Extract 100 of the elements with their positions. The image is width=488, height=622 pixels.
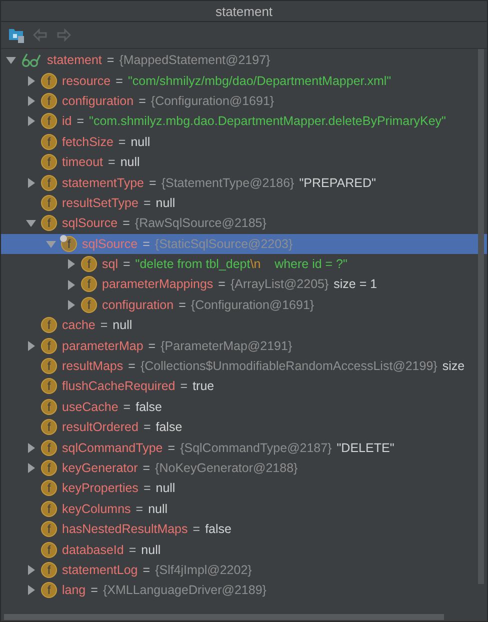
expand-arrow-icon[interactable] (26, 76, 36, 86)
field-icon: f (41, 113, 57, 130)
expand-arrow-icon[interactable] (26, 463, 36, 474)
equals-sign: = (143, 420, 151, 434)
object-reference: {ArrayList@2205} (230, 277, 329, 292)
field-icon: f (41, 582, 57, 598)
variable-name: lang (62, 583, 86, 598)
value-text: null (130, 134, 150, 149)
value-text: null (148, 502, 168, 516)
tree-row[interactable]: f resultOrdered = false (1, 417, 487, 438)
equals-sign: = (100, 318, 108, 332)
tree-row[interactable]: f resultMaps = {Collections$UnmodifiableRandomAccessList@2199} size (1, 356, 487, 376)
tree-row[interactable]: f lang = {XMLLanguageDriver@2189} (1, 580, 487, 601)
object-reference: {XMLLanguageDriver@2189} (102, 583, 266, 598)
equals-sign: = (148, 338, 156, 353)
expand-arrow-icon[interactable] (26, 442, 36, 453)
tree-row[interactable]: f statementLog = {Slf4jImpl@2202} (1, 560, 487, 580)
variable-name: id (62, 114, 72, 128)
field-icon: f (41, 378, 57, 394)
tree-row[interactable]: f configuration = {Configuration@1691} (1, 294, 487, 316)
variable-name: keyColumns (62, 502, 131, 516)
variable-name: resource (62, 74, 111, 88)
value-text: true (192, 379, 214, 394)
tree-row[interactable]: f resource = "com/shmilyz/mbg/dao/DepartmentMapper.xml" (1, 70, 487, 91)
field-icon: f (41, 419, 57, 436)
equals-sign: = (122, 216, 130, 230)
frames-button[interactable] (7, 26, 25, 44)
tree-row[interactable]: f databaseId = null (1, 539, 487, 560)
equals-sign: = (122, 257, 130, 272)
expand-arrow-icon[interactable] (26, 178, 36, 188)
field-icon: f (41, 440, 57, 456)
variable-name: resultOrdered (62, 420, 138, 434)
tree-row[interactable]: f keyGenerator = {NoKeyGenerator@2188} (1, 458, 487, 478)
expand-arrow-icon[interactable] (66, 259, 76, 270)
value-text: null (120, 155, 140, 170)
tree-row[interactable]: f sqlCommandType = {SqlCommandType@2187} "DELETE" (1, 437, 487, 458)
object-reference: {StaticSqlSource@2203} (154, 236, 293, 251)
tree-row[interactable]: f hasNestedResultMaps = false (1, 518, 487, 540)
variable-name: sql (102, 257, 118, 272)
tree-row[interactable]: f statementType = {StatementType@2186} "PREPARED" (1, 172, 487, 193)
variable-name: sqlCommandType (62, 440, 163, 455)
field-icon: f (41, 542, 57, 558)
tree-row[interactable]: statement = {MappedStatement@2197} (1, 50, 487, 70)
object-reference: {Collections$UnmodifiableRandomAccessList@2199} (140, 359, 438, 374)
tree-row[interactable]: f keyProperties = null (1, 478, 487, 499)
variable-name: configuration (102, 298, 174, 312)
tree-row[interactable]: f resultSetType = null (1, 192, 487, 214)
variable-name: timeout (62, 155, 103, 170)
scrollbar[interactable] (4, 614, 444, 620)
equals-sign: = (149, 176, 156, 190)
expand-arrow-icon[interactable] (26, 585, 36, 596)
tree-row[interactable]: f timeout = null (1, 152, 487, 172)
expand-arrow-icon[interactable] (26, 116, 36, 126)
field-icon: f (41, 398, 57, 415)
field-icon: f (41, 72, 57, 89)
expand-arrow-icon[interactable] (26, 96, 36, 106)
variable-name: useCache (62, 400, 118, 414)
value-text: null (112, 318, 132, 332)
field-icon: f (41, 174, 57, 191)
tree-row[interactable]: f keyColumns = null (1, 498, 487, 519)
tree-row[interactable]: f sqlSource = {RawSqlSource@2185} (1, 213, 487, 234)
tree-row[interactable]: f configuration = {Configuration@1691} (1, 90, 487, 112)
tree-row[interactable]: f flushCacheRequired = true (1, 376, 487, 397)
variable-name: parameterMap (62, 338, 144, 353)
string-value: "delete from tbl_dept (135, 257, 250, 272)
object-reference: {Slf4jImpl@2202} (155, 562, 252, 577)
collapse-arrow-icon[interactable] (6, 55, 16, 66)
equals-sign: = (76, 114, 84, 128)
equals-sign: = (116, 74, 123, 88)
field-icon: f (81, 296, 97, 313)
tree-row[interactable]: f id = "com.shmilyz.mbg.dao.DepartmentMapper.deleteByPrimaryKey" (1, 111, 487, 132)
tree-row[interactable]: f cache = null (1, 315, 487, 336)
value-text: null (141, 542, 161, 557)
variable-name: flushCacheRequired (62, 379, 176, 394)
variable-name: statement (47, 53, 102, 68)
equals-sign: = (108, 155, 116, 170)
equals-sign: = (128, 542, 136, 557)
expand-arrow-icon[interactable] (26, 340, 36, 351)
expand-arrow-icon[interactable] (66, 280, 76, 290)
value-text: null (156, 196, 176, 210)
tree-row[interactable]: f sql = "delete from tbl_dept\n where id = ?" (1, 254, 487, 274)
collapse-arrow-icon[interactable] (26, 218, 36, 228)
field-icon: f (41, 521, 57, 538)
variable-name: sqlSource (62, 216, 118, 230)
tree-row[interactable]: f fetchSize = null (1, 132, 487, 152)
expand-arrow-icon[interactable] (66, 300, 76, 310)
variable-name: configuration (62, 94, 134, 108)
object-reference: {SqlCommandType@2187} (180, 440, 332, 455)
variable-name: cache (62, 318, 96, 332)
tree-row[interactable]: f parameterMap = {ParameterMap@2191} (1, 335, 487, 356)
variable-name: statementType (62, 176, 144, 190)
variable-name: statementLog (62, 562, 138, 577)
tree-row[interactable]: f parameterMappings = {ArrayList@2205} size = 1 (1, 274, 487, 295)
expand-arrow-icon[interactable] (26, 564, 36, 575)
object-reference: {StatementType@2186} (161, 176, 294, 190)
object-reference: {RawSqlSource@2185} (134, 216, 266, 230)
object-reference: {Configuration@1691} (190, 298, 314, 312)
tree-row[interactable]: f useCache = false (1, 396, 487, 418)
equals-sign: = (123, 400, 131, 414)
scrollbar[interactable] (478, 49, 484, 584)
